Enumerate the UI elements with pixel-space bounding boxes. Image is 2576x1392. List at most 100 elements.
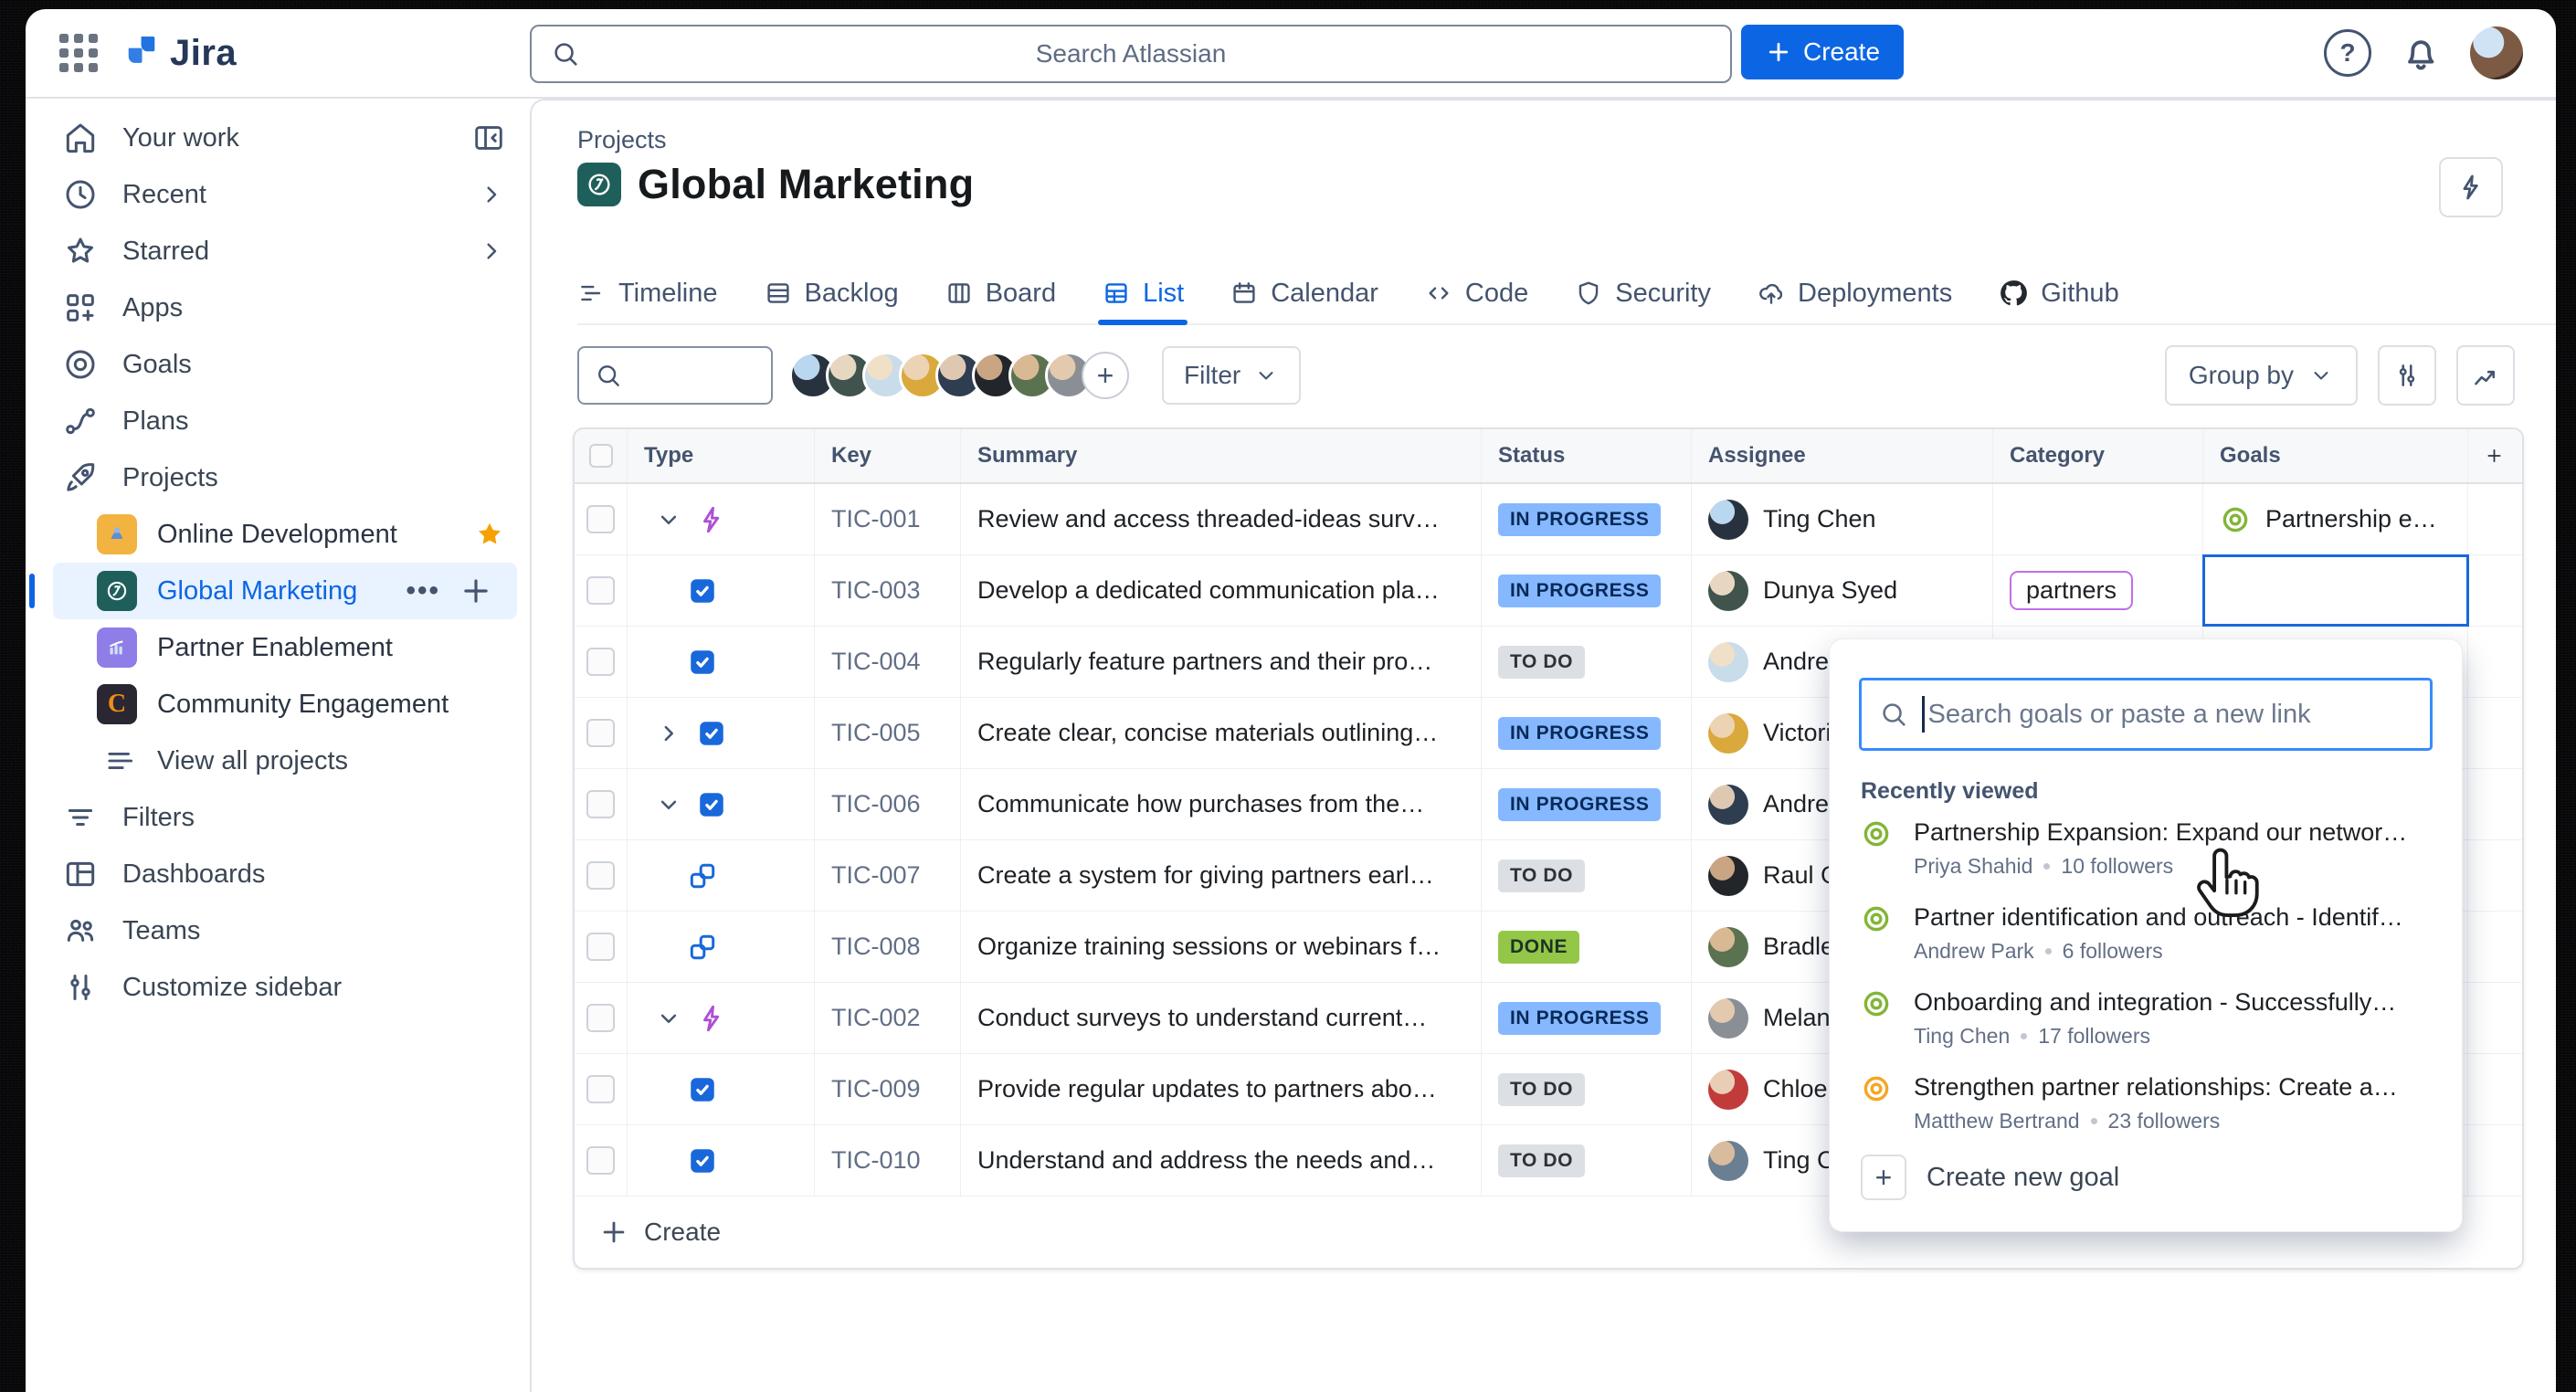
project-add-icon[interactable] — [459, 574, 493, 608]
tab-calendar[interactable]: Calendar — [1230, 263, 1378, 323]
type-cell[interactable] — [628, 912, 815, 982]
table-row-TIC-003[interactable]: TIC-003Develop a dedicated communication… — [575, 555, 2522, 627]
type-cell[interactable] — [628, 627, 815, 697]
member-avatars[interactable]: + — [800, 352, 1129, 399]
row-checkbox[interactable] — [586, 648, 615, 676]
status-cell[interactable]: IN PROGRESS — [1482, 983, 1692, 1053]
key-cell[interactable]: TIC-008 — [815, 912, 961, 982]
chevron-down-icon[interactable] — [655, 791, 682, 818]
type-cell[interactable] — [628, 840, 815, 911]
key-cell[interactable]: TIC-004 — [815, 627, 961, 697]
category-cell[interactable] — [1993, 484, 2203, 554]
list-search-input[interactable] — [577, 346, 773, 405]
row-checkbox[interactable] — [586, 719, 615, 747]
key-cell[interactable]: TIC-009 — [815, 1054, 961, 1124]
summary-cell[interactable]: Understand and address the needs and… — [961, 1125, 1482, 1196]
add-column-button[interactable] — [2468, 429, 2520, 482]
tab-list[interactable]: List — [1102, 263, 1184, 323]
sidebar-item-starred[interactable]: Starred — [26, 223, 530, 279]
summary-cell[interactable]: Communicate how purchases from the… — [961, 769, 1482, 839]
sidebar-project-community-engagement[interactable]: C Community Engagement — [26, 676, 530, 733]
goal-option[interactable]: Onboarding and integration - Successfull… — [1861, 988, 2438, 1049]
sidebar-item-recent[interactable]: Recent — [26, 166, 530, 223]
key-cell[interactable]: TIC-001 — [815, 484, 961, 554]
select-all-checkbox[interactable] — [589, 444, 613, 468]
chevron-down-icon[interactable] — [655, 506, 682, 533]
status-cell[interactable]: IN PROGRESS — [1482, 769, 1692, 839]
goals-cell[interactable]: Partnership e… — [2203, 484, 2468, 554]
summary-cell[interactable]: Regularly feature partners and their pro… — [961, 627, 1482, 697]
filter-button[interactable]: Filter — [1162, 346, 1301, 405]
summary-cell[interactable]: Review and access threaded-ideas surv… — [961, 484, 1482, 554]
column-header-status[interactable]: Status — [1482, 429, 1692, 482]
view-settings-button[interactable] — [2378, 345, 2436, 406]
sidebar-item-view-all-projects[interactable]: View all projects — [26, 733, 530, 789]
sidebar-item-your-work[interactable]: Your work — [26, 110, 530, 166]
tab-board[interactable]: Board — [945, 263, 1056, 323]
key-cell[interactable]: TIC-010 — [815, 1125, 961, 1196]
sidebar-item-customize[interactable]: Customize sidebar — [26, 959, 530, 1016]
insights-button[interactable] — [2456, 345, 2515, 406]
sidebar-item-filters[interactable]: Filters — [26, 789, 530, 846]
row-checkbox[interactable] — [586, 790, 615, 818]
goal-option[interactable]: Partnership Expansion: Expand our networ… — [1861, 818, 2438, 879]
sidebar-item-apps[interactable]: Apps — [26, 279, 530, 336]
tab-timeline[interactable]: Timeline — [577, 263, 718, 323]
row-checkbox[interactable] — [586, 1075, 615, 1103]
category-cell[interactable]: partners — [1993, 555, 2203, 626]
column-header-summary[interactable]: Summary — [961, 429, 1482, 482]
column-header-key[interactable]: Key — [815, 429, 961, 482]
jira-logo[interactable]: Jira — [119, 32, 237, 74]
goal-search-input[interactable]: Search goals or paste a new link — [1859, 678, 2433, 751]
sidebar-project-online-development[interactable]: Online Development — [26, 506, 530, 563]
type-cell[interactable] — [628, 769, 815, 839]
sidebar-item-teams[interactable]: Teams — [26, 902, 530, 959]
chevron-right-icon[interactable] — [655, 720, 682, 747]
column-header-category[interactable]: Category — [1993, 429, 2203, 482]
summary-cell[interactable]: Provide regular updates to partners abo… — [961, 1054, 1482, 1124]
status-cell[interactable]: DONE — [1482, 912, 1692, 982]
status-cell[interactable]: TO DO — [1482, 1125, 1692, 1196]
status-cell[interactable]: TO DO — [1482, 840, 1692, 911]
goal-option[interactable]: Strengthen partner relationships: Create… — [1861, 1073, 2438, 1134]
row-checkbox[interactable] — [586, 1146, 615, 1175]
tab-code[interactable]: Code — [1424, 263, 1528, 323]
sidebar-item-projects[interactable]: Projects — [26, 449, 530, 506]
summary-cell[interactable]: Develop a dedicated communication pla… — [961, 555, 1482, 626]
global-search-input[interactable]: Search Atlassian — [530, 25, 1732, 83]
chevron-down-icon[interactable] — [655, 1005, 682, 1032]
type-cell[interactable] — [628, 983, 815, 1053]
assignee-cell[interactable]: Dunya Syed — [1692, 555, 1993, 626]
summary-cell[interactable]: Conduct surveys to understand current… — [961, 983, 1482, 1053]
tab-backlog[interactable]: Backlog — [764, 263, 899, 323]
summary-cell[interactable]: Create clear, concise materials outlinin… — [961, 698, 1482, 768]
status-cell[interactable]: TO DO — [1482, 627, 1692, 697]
help-icon[interactable]: ? — [2324, 29, 2371, 77]
automation-lightning-button[interactable] — [2439, 157, 2503, 217]
app-switcher-icon[interactable] — [58, 33, 99, 73]
breadcrumb[interactable]: Projects — [577, 126, 667, 154]
tab-deployments[interactable]: Deployments — [1757, 263, 1952, 323]
summary-cell[interactable]: Create a system for giving partners earl… — [961, 840, 1482, 911]
sidebar-project-global-marketing[interactable]: Global Marketing ••• — [53, 563, 517, 619]
tab-security[interactable]: Security — [1574, 263, 1711, 323]
group-by-button[interactable]: Group by — [2165, 345, 2358, 406]
key-cell[interactable]: TIC-006 — [815, 769, 961, 839]
collapse-sidebar-icon[interactable] — [471, 121, 506, 155]
type-cell[interactable] — [628, 698, 815, 768]
row-checkbox[interactable] — [586, 1004, 615, 1032]
row-checkbox[interactable] — [586, 576, 615, 605]
status-cell[interactable]: IN PROGRESS — [1482, 698, 1692, 768]
add-member-icon[interactable]: + — [1082, 352, 1129, 399]
assignee-cell[interactable]: Ting Chen — [1692, 484, 1993, 554]
type-cell[interactable] — [628, 555, 815, 626]
user-avatar[interactable] — [2470, 26, 2523, 79]
create-new-goal-button[interactable]: + Create new goal — [1861, 1155, 2119, 1200]
summary-cell[interactable]: Organize training sessions or webinars f… — [961, 912, 1482, 982]
table-row-TIC-001[interactable]: TIC-001Review and access threaded-ideas … — [575, 484, 2522, 555]
type-cell[interactable] — [628, 484, 815, 554]
column-header-goals[interactable]: Goals — [2203, 429, 2468, 482]
sidebar-item-plans[interactable]: Plans — [26, 393, 530, 449]
create-button[interactable]: Create — [1741, 25, 1904, 79]
goal-option[interactable]: Partner identification and outreach - Id… — [1861, 903, 2438, 964]
